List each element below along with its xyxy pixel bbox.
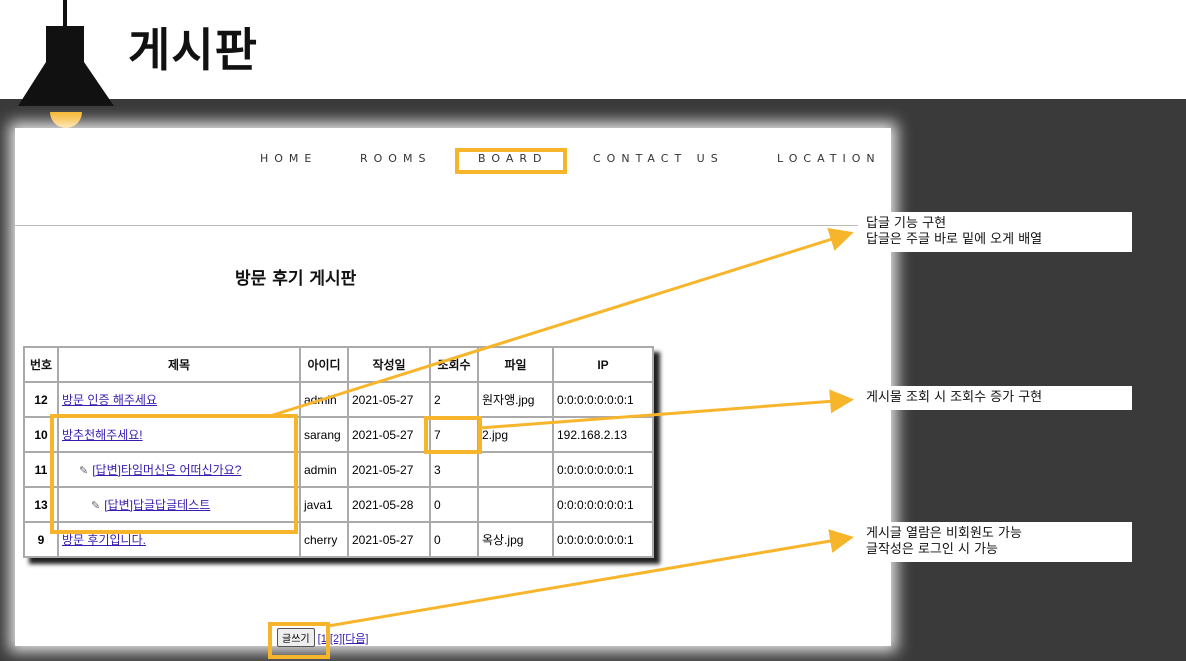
callout-reply: 답글 기능 구현 답글은 주글 바로 밑에 오게 배열: [858, 212, 1132, 252]
row-date: 2021-05-27: [347, 521, 431, 558]
reply-post-link[interactable]: [답변]타임머신은 어떠신가요?: [92, 463, 241, 477]
row-file: 옥상.jpg: [477, 521, 554, 558]
memo-icon: ✎: [91, 500, 101, 512]
col-id: 아이디: [299, 346, 349, 383]
board-screenshot: HOME ROOMS BOARD CONTACT US LOCATION 방문 …: [15, 128, 891, 647]
page-title: 게시판: [128, 23, 258, 77]
callout-auth-line2: 글작성은 로그인 시 가능: [866, 542, 998, 557]
top-nav: HOME ROOMS BOARD CONTACT US LOCATION: [15, 152, 891, 168]
memo-icon: ✎: [79, 465, 89, 477]
row-file: 원자앵.jpg: [477, 381, 554, 418]
row-no: 12: [23, 381, 59, 418]
nav-home[interactable]: HOME: [260, 152, 317, 165]
row-views: 0: [429, 521, 479, 558]
post-link[interactable]: 방문 인증 해주세요: [62, 393, 157, 407]
row-date: 2021-05-27: [347, 381, 431, 418]
callout-reply-line1: 답글 기능 구현: [866, 216, 947, 231]
page-links[interactable]: [1][2]: [318, 633, 342, 645]
nav-rooms[interactable]: ROOMS: [360, 152, 431, 165]
table-row: 10 방추천해주세요! sarang 2021-05-27 7 2.jpg 19…: [23, 416, 654, 453]
col-file: 파일: [477, 346, 554, 383]
table-row: 9 방문 후기입니다. cherry 2021-05-27 0 옥상.jpg 0…: [23, 521, 654, 558]
post-link[interactable]: 방추천해주세요!: [62, 428, 143, 442]
row-date: 2021-05-28: [347, 486, 431, 523]
callout-views: 게시물 조회 시 조회수 증가 구현: [858, 386, 1132, 410]
nav-contact-us[interactable]: CONTACT US: [593, 152, 724, 165]
col-title: 제목: [57, 346, 301, 383]
row-views: 3: [429, 451, 479, 488]
row-title-cell: 방문 인증 해주세요: [57, 381, 301, 418]
row-no: 10: [23, 416, 59, 453]
row-file: 2.jpg: [477, 416, 554, 453]
row-ip: 0:0:0:0:0:0:0:1: [552, 381, 654, 418]
row-id: cherry: [299, 521, 349, 558]
post-link[interactable]: 방문 후기입니다.: [62, 533, 146, 547]
lamp-icon: [18, 0, 114, 128]
row-no: 11: [23, 451, 59, 488]
row-date: 2021-05-27: [347, 451, 431, 488]
table-row: 12 방문 인증 해주세요 admin 2021-05-27 2 원자앵.jpg…: [23, 381, 654, 418]
table-header-row: 번호 제목 아이디 작성일 조회수 파일 IP: [23, 346, 654, 383]
callout-reply-line2: 답글은 주글 바로 밑에 오게 배열: [866, 232, 1043, 247]
nav-location[interactable]: LOCATION: [777, 152, 881, 165]
row-file: [477, 486, 554, 523]
row-no: 9: [23, 521, 59, 558]
board-heading: 방문 후기 게시판: [235, 269, 357, 289]
row-id: admin: [299, 381, 349, 418]
row-ip: 0:0:0:0:0:0:0:1: [552, 486, 654, 523]
row-file: [477, 451, 554, 488]
row-id: java1: [299, 486, 349, 523]
callout-auth: 게시글 열람은 비회원도 가능 글작성은 로그인 시 가능: [858, 522, 1132, 562]
nav-board[interactable]: BOARD: [478, 152, 547, 165]
row-ip: 0:0:0:0:0:0:0:1: [552, 521, 654, 558]
row-ip: 0:0:0:0:0:0:0:1: [552, 451, 654, 488]
callout-views-text: 게시물 조회 시 조회수 증가 구현: [866, 390, 1043, 405]
col-no: 번호: [23, 346, 59, 383]
board-table: 번호 제목 아이디 작성일 조회수 파일 IP 12 방문 인증 해주세요 ad…: [23, 346, 654, 558]
row-id: sarang: [299, 416, 349, 453]
callout-auth-line1: 게시글 열람은 비회원도 가능: [866, 526, 1022, 541]
table-row: 11 ✎ [답변]타임머신은 어떠신가요? admin 2021-05-27 3 …: [23, 451, 654, 488]
row-date: 2021-05-27: [347, 416, 431, 453]
board-footer: 글쓰기 [1][2][다음]: [277, 628, 369, 647]
col-date: 작성일: [347, 346, 431, 383]
row-views: 0: [429, 486, 479, 523]
reply-post-link[interactable]: [답변]답글답글테스트: [104, 498, 210, 512]
row-title-cell: ✎ [답변]답글답글테스트: [57, 486, 301, 523]
table-row: 13 ✎ [답변]답글답글테스트 java1 2021-05-28 0 0:0:0…: [23, 486, 654, 523]
row-id: admin: [299, 451, 349, 488]
row-title-cell: 방문 후기입니다.: [57, 521, 301, 558]
row-title-cell: ✎ [답변]타임머신은 어떠신가요?: [57, 451, 301, 488]
row-title-cell: 방추천해주세요!: [57, 416, 301, 453]
write-button[interactable]: 글쓰기: [277, 628, 315, 647]
row-ip: 192.168.2.13: [552, 416, 654, 453]
col-ip: IP: [552, 346, 654, 383]
divider: [15, 225, 891, 226]
row-views: 7: [429, 416, 479, 453]
row-no: 13: [23, 486, 59, 523]
next-page-link[interactable]: [다음]: [342, 633, 368, 645]
row-views: 2: [429, 381, 479, 418]
col-views: 조회수: [429, 346, 479, 383]
